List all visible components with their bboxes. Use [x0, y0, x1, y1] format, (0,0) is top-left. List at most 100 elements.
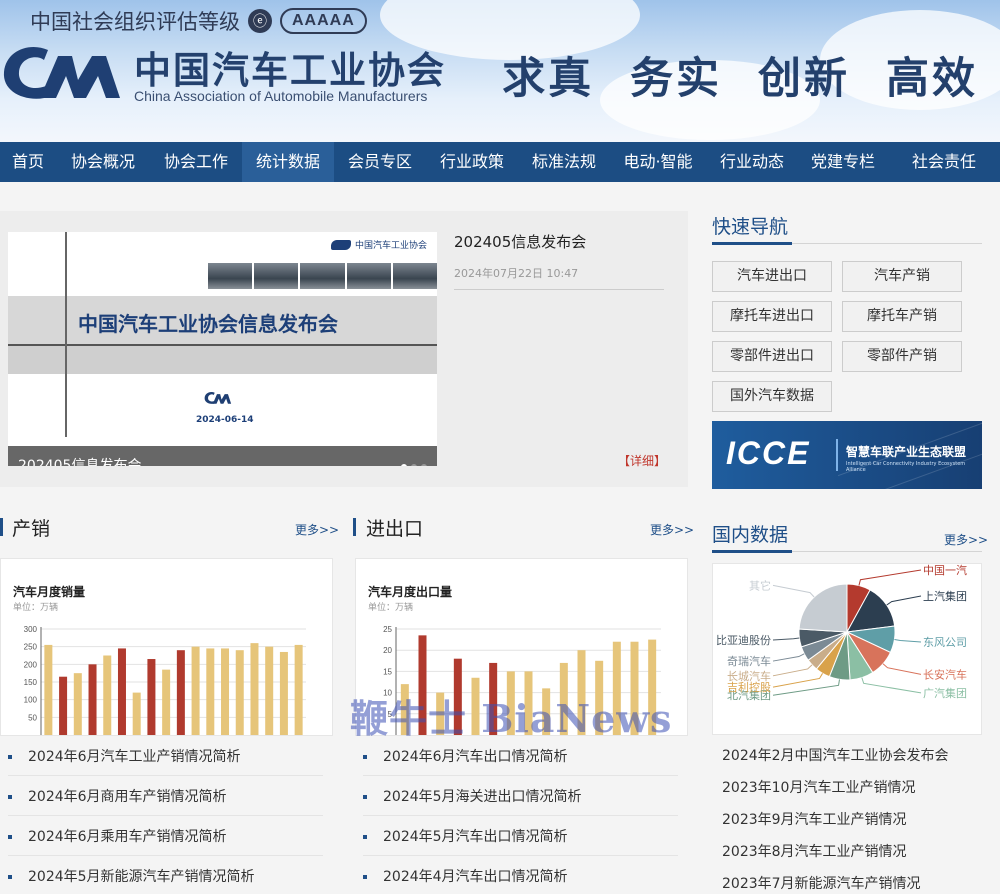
pie-label: 东风公司 [923, 636, 967, 649]
bar [176, 650, 185, 735]
rating-grade: AAAAA [280, 8, 367, 34]
quick-btn-vehicle-trade[interactable]: 汽车进出口 [712, 261, 832, 292]
nav-home[interactable]: 首页 [0, 142, 56, 182]
pie-label: 上汽集团 [923, 589, 967, 603]
icce-banner[interactable]: ICCE 智慧车联产业生态联盟 Intelligent Car Connecti… [712, 421, 982, 489]
y-tick-label: 20 [383, 646, 392, 655]
bar [191, 646, 200, 735]
nav-members[interactable]: 会员专区 [334, 142, 426, 182]
divider [8, 815, 323, 816]
quick-btn-motorcycle-sales[interactable]: 摩托车产销 [842, 301, 962, 332]
pie-label: 长安汽车 [923, 667, 967, 681]
pie-label: 奇瑞汽车 [727, 654, 771, 668]
detail-link[interactable]: 【详细】 [618, 452, 666, 469]
trade-more-link[interactable]: 更多>> [650, 521, 694, 538]
chart-unit: 单位：万辆 [368, 603, 414, 613]
list-item[interactable]: 2024年5月海关进出口情况简析 [363, 786, 582, 806]
nav-statistics[interactable]: 统计数据 [242, 142, 334, 182]
pie-leader-line [861, 677, 922, 694]
pie-leader-line [772, 653, 805, 662]
nav-social-responsibility[interactable]: 社会责任 [888, 142, 1000, 182]
slide-caption[interactable]: 202405信息发布会 [8, 446, 437, 466]
quick-btn-parts-sales[interactable]: 零部件产销 [842, 341, 962, 372]
nav-industry-news[interactable]: 行业动态 [706, 142, 798, 182]
nav-ev-smart[interactable]: 电动·智能 [610, 142, 706, 182]
section-rule [712, 242, 982, 245]
y-tick-label: 250 [24, 643, 38, 652]
chart-title: 汽车月度出口量 [368, 585, 453, 599]
pie-leader-line [772, 584, 815, 598]
list-item[interactable]: 2024年5月汽车出口情况简析 [363, 826, 568, 846]
sales-section-title: 产销 [12, 518, 51, 540]
list-item[interactable]: 2024年6月商用车产销情况简析 [8, 786, 227, 806]
y-tick-label: 300 [24, 625, 38, 634]
list-item[interactable]: 2024年6月汽车工业产销情况简析 [8, 746, 241, 766]
nav-about[interactable]: 协会概况 [56, 142, 150, 182]
news-headline[interactable]: 202405信息发布会 [454, 231, 586, 252]
y-tick-label: 25 [383, 625, 392, 634]
pie-leader-line [894, 639, 922, 643]
nav-standards[interactable]: 标准法规 [518, 142, 610, 182]
list-item[interactable]: 2023年9月汽车工业产销情况 [722, 809, 907, 829]
list-item[interactable]: 2024年6月乘用车产销情况简析 [8, 826, 227, 846]
trade-section-title: 进出口 [366, 518, 424, 540]
carousel-dot[interactable] [401, 464, 407, 466]
nav-party[interactable]: 党建专栏 [798, 142, 888, 182]
main-nav: 首页 协会概况 协会工作 统计数据 会员专区 行业政策 标准法规 电动·智能 行… [0, 142, 1000, 182]
list-item[interactable]: 2024年2月中国汽车工业协会发布会 [722, 745, 949, 765]
carousel-slide[interactable]: 中国汽车工业协会 中国汽车工业协会信息发布会 2024-06-14 202405… [8, 232, 437, 466]
slide-logo-text: 中国汽车工业协会 [354, 241, 427, 251]
cam-small-icon [330, 239, 351, 250]
quick-btn-motorcycle-trade[interactable]: 摩托车进出口 [712, 301, 832, 332]
y-tick-label: 100 [24, 696, 38, 705]
list-item[interactable]: 2024年4月汽车出口情况简析 [363, 866, 568, 886]
quick-btn-parts-trade[interactable]: 零部件进出口 [712, 341, 832, 372]
section-accent [0, 518, 3, 536]
bar [265, 646, 274, 735]
pie-label: 中国一汽 [923, 564, 967, 577]
section-rule [712, 550, 982, 553]
pie-label: 其它 [749, 578, 771, 592]
chart-title: 汽车月度销量 [13, 585, 86, 599]
carousel-dot[interactable] [411, 464, 417, 466]
icce-logo: ICCE [726, 435, 811, 471]
cam-logo-icon [204, 392, 232, 404]
pie-leader-line [882, 663, 922, 675]
divider [8, 775, 323, 776]
carousel-dot[interactable] [421, 464, 427, 466]
nav-work[interactable]: 协会工作 [150, 142, 242, 182]
section-accent [353, 518, 356, 536]
domestic-more-link[interactable]: 更多>> [944, 531, 988, 548]
pie-leader-line [886, 595, 922, 606]
divider [8, 855, 323, 856]
list-item[interactable]: 2024年5月新能源汽车产销情况简析 [8, 866, 255, 886]
nav-policy[interactable]: 行业政策 [426, 142, 518, 182]
sales-chart-panel: 汽车月度销量 单位：万辆 300 250 200 150 100 50 [0, 558, 333, 736]
bar [132, 692, 141, 735]
rating-badge: 中国社会组织评估等级 ⓔ AAAAA [30, 6, 367, 36]
bar [88, 664, 97, 735]
slide-logo: 中国汽车工业协会 [330, 238, 427, 251]
y-tick-label: 150 [24, 678, 38, 687]
sales-more-link[interactable]: 更多>> [295, 521, 339, 538]
quick-btn-foreign-data[interactable]: 国外汽车数据 [712, 381, 832, 412]
slide-title: 中国汽车工业协会信息发布会 [78, 312, 338, 336]
domestic-section-title: 国内数据 [712, 524, 789, 546]
rating-text: 中国社会组织评估等级 [30, 10, 240, 34]
y-tick-label: 15 [383, 667, 392, 676]
car-photo-strip [208, 263, 437, 289]
org-english-name: China Association of Automobile Manufact… [134, 88, 428, 104]
org-name[interactable]: 中国汽车工业协会 [134, 40, 446, 94]
bar [294, 644, 303, 735]
featured-news-panel: 中国汽车工业协会 中国汽车工业协会信息发布会 2024-06-14 202405… [0, 211, 688, 487]
list-item[interactable]: 2024年6月汽车出口情况简析 [363, 746, 568, 766]
list-item[interactable]: 2023年7月新能源汽车产销情况 [722, 873, 921, 893]
bar [250, 643, 259, 735]
cam-logo-icon[interactable] [0, 38, 125, 108]
pie-leader-line [772, 637, 800, 641]
icce-en-name: Intelligent Car Connectivity Industry Ec… [846, 461, 966, 473]
list-item[interactable]: 2023年8月汽车工业产销情况 [722, 841, 907, 861]
list-item[interactable]: 2023年10月汽车工业产销情况 [722, 777, 915, 797]
quick-btn-vehicle-sales[interactable]: 汽车产销 [842, 261, 962, 292]
bar [147, 659, 156, 735]
